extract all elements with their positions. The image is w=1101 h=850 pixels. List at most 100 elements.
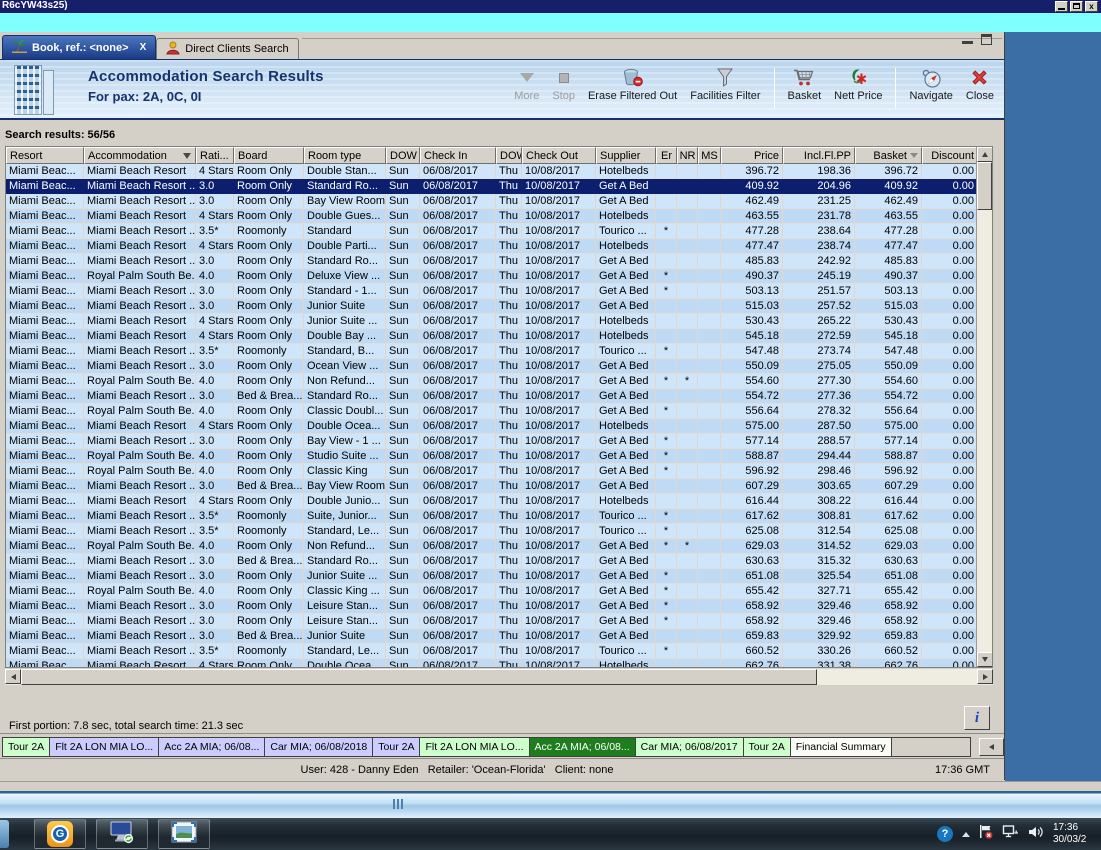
volume-icon[interactable] xyxy=(1028,825,1044,844)
scroll-right-button[interactable] xyxy=(977,669,993,684)
result-row[interactable]: Miami Beac... Miami Beach Resort ... 3.0 Ro… xyxy=(6,284,976,299)
column-header-discount[interactable]: Discount xyxy=(922,147,976,164)
result-row[interactable]: Miami Beac... Royal Palm South Be... 4.0 Ro… xyxy=(6,584,976,599)
grid-cell: 4 Stars xyxy=(196,164,234,179)
info-button[interactable]: i xyxy=(964,706,990,730)
horizontal-scrollbar[interactable] xyxy=(5,669,993,685)
column-header-room-type[interactable]: Room type xyxy=(304,147,386,164)
erase-filtered-out-button[interactable]: Erase Filtered Out xyxy=(588,67,677,102)
result-row[interactable]: Miami Beac... Miami Beach Resort ... 3.5* R… xyxy=(6,509,976,524)
result-row[interactable]: Miami Beac... Miami Beach Resort ... 3.0 Ro… xyxy=(6,254,976,269)
column-header-ms[interactable]: MS xyxy=(698,147,721,164)
column-header-incl-fl-pp[interactable]: Incl.Fl.PP xyxy=(783,147,855,164)
result-row[interactable]: Miami Beac... Miami Beach Resort 4 Stars Ro… xyxy=(6,209,976,224)
column-header-resort[interactable]: Resort xyxy=(6,147,84,164)
show-hidden-icons-icon[interactable] xyxy=(962,831,970,837)
mdi-restore-icon[interactable] xyxy=(981,34,992,45)
result-row[interactable]: Miami Beac... Miami Beach Resort ... 3.5* R… xyxy=(6,524,976,539)
itinerary-tab[interactable]: Acc 2A MIA; 06/08... xyxy=(529,737,636,757)
itinerary-tab[interactable]: Financial Summary xyxy=(790,737,892,757)
column-header-check-in[interactable]: Check In xyxy=(420,147,496,164)
result-row[interactable]: Miami Beac... Miami Beach Resort ... 3.5* R… xyxy=(6,344,976,359)
column-header-er[interactable]: Er xyxy=(656,147,677,164)
result-row[interactable]: Miami Beac... Miami Beach Resort 4 Stars Ro… xyxy=(6,314,976,329)
result-row[interactable]: Miami Beac... Miami Beach Resort 4 Stars Ro… xyxy=(6,329,976,344)
column-header-rati-[interactable]: Rati... xyxy=(196,147,234,164)
result-row[interactable]: Miami Beac... Miami Beach Resort ... 3.0 Ro… xyxy=(6,569,976,584)
taskbar-image-viewer-button[interactable] xyxy=(158,819,210,849)
horizontal-scroll-thumb[interactable] xyxy=(21,669,817,685)
result-row[interactable]: Miami Beac... Royal Palm South Be... 4.0 Ro… xyxy=(6,374,976,389)
result-row[interactable]: Miami Beac... Miami Beach Resort ... 3.5* R… xyxy=(6,644,976,659)
close-results-button[interactable]: Close xyxy=(966,67,994,102)
filter-funnel-icon[interactable] xyxy=(183,152,191,159)
result-row[interactable]: Miami Beac... Miami Beach Resort ... 3.0 Be… xyxy=(6,554,976,569)
help-icon[interactable]: ? xyxy=(937,826,953,842)
result-row[interactable]: Miami Beac... Royal Palm South Be... 4.0 Ro… xyxy=(6,269,976,284)
result-row[interactable]: Miami Beac... Miami Beach Resort ... 3.5* R… xyxy=(6,224,976,239)
maximize-button[interactable] xyxy=(1070,1,1083,12)
result-row[interactable]: Miami Beac... Miami Beach Resort ... 3.0 Ro… xyxy=(6,194,976,209)
navigate-button[interactable]: Navigate xyxy=(909,67,953,102)
result-row[interactable]: Miami Beac... Royal Palm South Be... 4.0 Ro… xyxy=(6,539,976,554)
column-header-basket[interactable]: Basket xyxy=(855,147,922,164)
result-row[interactable]: Miami Beac... Royal Palm South Be... 4.0 Ro… xyxy=(6,404,976,419)
result-row[interactable]: Miami Beac... Miami Beach Resort ... 3.0 Ro… xyxy=(6,179,976,194)
vertical-scrollbar[interactable] xyxy=(976,147,992,667)
action-center-flag-icon[interactable] xyxy=(979,824,993,845)
itinerary-tab[interactable]: Acc 2A MIA; 06/08... xyxy=(159,737,266,757)
column-header-dow[interactable]: DOW xyxy=(386,147,420,164)
result-row[interactable]: Miami Beac... Miami Beach Resort ... 3.0 Be… xyxy=(6,389,976,404)
taskbar-remote-desktop-button[interactable] xyxy=(96,819,148,849)
taskbar-clock[interactable]: 17:36 30/03/2 xyxy=(1053,822,1101,847)
column-header-accommodation[interactable]: Accommodation xyxy=(84,147,196,164)
itinerary-tab[interactable]: Tour 2A xyxy=(2,737,51,757)
close-window-button[interactable]: x xyxy=(1085,1,1098,12)
itinerary-tab[interactable]: Tour 2A xyxy=(743,737,791,757)
result-row[interactable]: Miami Beac... Miami Beach Resort ... 3.0 Ro… xyxy=(6,434,976,449)
column-header-nr[interactable]: NR xyxy=(677,147,698,164)
result-row[interactable]: Miami Beac... Royal Palm South Be... 4.0 Ro… xyxy=(6,449,976,464)
result-row[interactable]: Miami Beac... Miami Beach Resort ... 3.0 Ro… xyxy=(6,299,976,314)
mdi-minimize-icon[interactable] xyxy=(962,35,973,44)
scroll-down-button[interactable] xyxy=(977,652,992,667)
result-row[interactable]: Miami Beac... Miami Beach Resort ... 3.0 Be… xyxy=(6,629,976,644)
itinerary-tab[interactable]: Flt 2A LON MIA LO... xyxy=(50,737,160,757)
result-row[interactable]: Miami Beac... Royal Palm South Be... 4.0 Ro… xyxy=(6,464,976,479)
column-header-dow[interactable]: DOW xyxy=(496,147,522,164)
scroll-left-button[interactable] xyxy=(5,669,21,684)
itinerary-tab[interactable]: Tour 2A xyxy=(373,737,421,757)
grid-cell: Miami Beac... xyxy=(6,584,84,599)
result-row[interactable]: Miami Beac... Miami Beach Resort 4 Stars Ro… xyxy=(6,164,976,179)
result-row[interactable]: Miami Beac... Miami Beach Resort 4 Stars Ro… xyxy=(6,419,976,434)
result-row[interactable]: Miami Beac... Miami Beach Resort ... 3.0 Ro… xyxy=(6,599,976,614)
column-header-supplier[interactable]: Supplier xyxy=(596,147,656,164)
nett-price-button[interactable]: Nett Price xyxy=(834,67,882,102)
itinerary-tab[interactable]: Car MIA; 06/08/2018 xyxy=(265,737,374,757)
tab-direct-clients-search[interactable]: Direct Clients Search xyxy=(156,38,299,59)
grid-cell: Miami Beach Resort ... xyxy=(84,179,196,194)
result-row[interactable]: Miami Beac... Miami Beach Resort ... 3.0 Be… xyxy=(6,479,976,494)
itinerary-tab[interactable]: Car MIA; 06/08/2017 xyxy=(635,737,744,757)
tab-booking[interactable]: Book, ref.: <none> X xyxy=(2,35,157,59)
result-row[interactable]: Miami Beac... Miami Beach Resort 4 Stars Ro… xyxy=(6,659,976,667)
itinerary-tab[interactable]: Flt 2A LON MIA LO... xyxy=(420,737,530,757)
vertical-scroll-thumb[interactable] xyxy=(977,162,992,210)
network-icon[interactable] xyxy=(1002,824,1019,844)
result-row[interactable]: Miami Beac... Miami Beach Resort 4 Stars Ro… xyxy=(6,494,976,509)
basket-button[interactable]: Basket xyxy=(788,67,821,102)
column-header-price[interactable]: Price xyxy=(721,147,783,164)
result-row[interactable]: Miami Beac... Miami Beach Resort ... 3.0 Ro… xyxy=(6,614,976,629)
scroll-up-button[interactable] xyxy=(977,147,992,162)
facilities-filter-button[interactable]: Facilities Filter xyxy=(690,67,761,102)
column-header-check-out[interactable]: Check Out xyxy=(522,147,596,164)
toolbar-grip-handle[interactable] xyxy=(393,799,403,809)
tab-close-icon[interactable]: X xyxy=(140,42,147,53)
tabs-scroll-left-button[interactable] xyxy=(979,738,1004,756)
result-row[interactable]: Miami Beac... Miami Beach Resort ... 3.0 Ro… xyxy=(6,359,976,374)
taskbar-g-app-button[interactable]: G xyxy=(34,819,86,849)
column-header-board[interactable]: Board xyxy=(234,147,304,164)
result-row[interactable]: Miami Beac... Miami Beach Resort 4 Stars Ro… xyxy=(6,239,976,254)
horizontal-scroll-track[interactable] xyxy=(817,669,977,685)
minimize-button[interactable] xyxy=(1055,1,1068,12)
